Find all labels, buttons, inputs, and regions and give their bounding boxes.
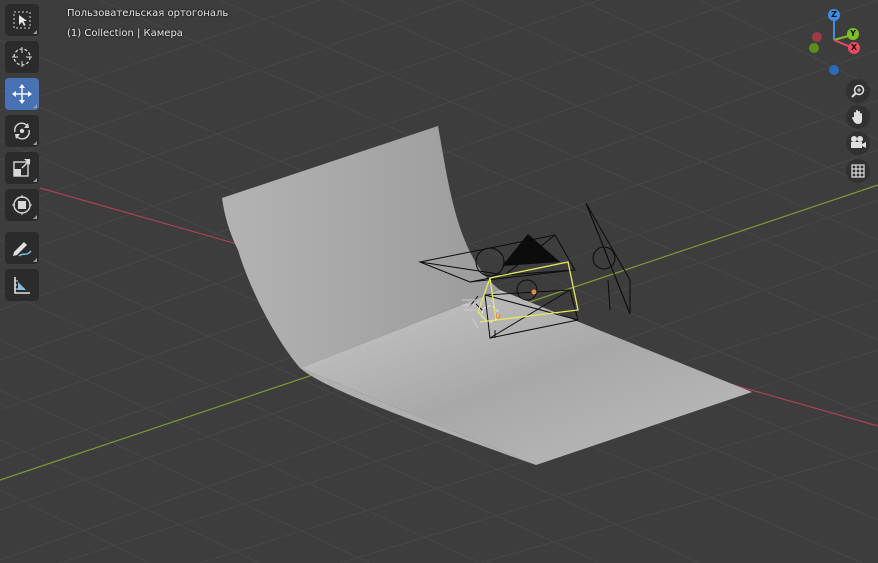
- pan-button[interactable]: [846, 105, 870, 129]
- grid-view-icon: [851, 164, 865, 178]
- cursor-icon: [12, 47, 32, 67]
- select-box-icon: [13, 11, 31, 29]
- cursor-tool-button[interactable]: [5, 41, 39, 73]
- camera-view-button[interactable]: [846, 131, 870, 155]
- annotate-tool-button[interactable]: [5, 232, 39, 264]
- rotate-icon: [14, 122, 30, 140]
- transform-tool-button[interactable]: [5, 189, 39, 221]
- gizmo-neg-x-handle[interactable]: [812, 32, 822, 42]
- move-icon: [12, 84, 32, 104]
- tool-shelf: [4, 4, 40, 306]
- annotate-icon: [13, 242, 32, 257]
- measure-icon: [14, 277, 30, 294]
- view-name-label: Пользовательская ортогональ: [67, 8, 229, 19]
- measure-tool-button[interactable]: [5, 269, 39, 301]
- 3d-viewport[interactable]: [0, 0, 878, 563]
- gizmo-neg-y-handle[interactable]: [809, 43, 819, 53]
- collection-info-label: (1) Collection | Камера: [67, 28, 183, 39]
- zoom-button[interactable]: [846, 79, 870, 103]
- camera-origin-dot: [531, 289, 537, 295]
- zoom-icon: [851, 84, 865, 98]
- camera-view-icon: [851, 136, 866, 148]
- select-box-tool-button[interactable]: [5, 4, 39, 36]
- transform-icon: [12, 195, 32, 215]
- camera-up-triangle: [502, 234, 560, 266]
- hand-pan-icon: [852, 110, 862, 124]
- gizmo-z-label: Z: [831, 10, 837, 19]
- grid-view-button[interactable]: [846, 159, 870, 183]
- gizmo-y-label: Y: [850, 29, 856, 38]
- gizmo-neg-z-handle[interactable]: [829, 65, 839, 75]
- gizmo-x-label: X: [850, 43, 858, 52]
- move-tool-button[interactable]: [5, 78, 39, 110]
- scale-tool-button[interactable]: [5, 152, 39, 184]
- rotate-tool-button[interactable]: [5, 115, 39, 147]
- scale-icon: [13, 159, 31, 177]
